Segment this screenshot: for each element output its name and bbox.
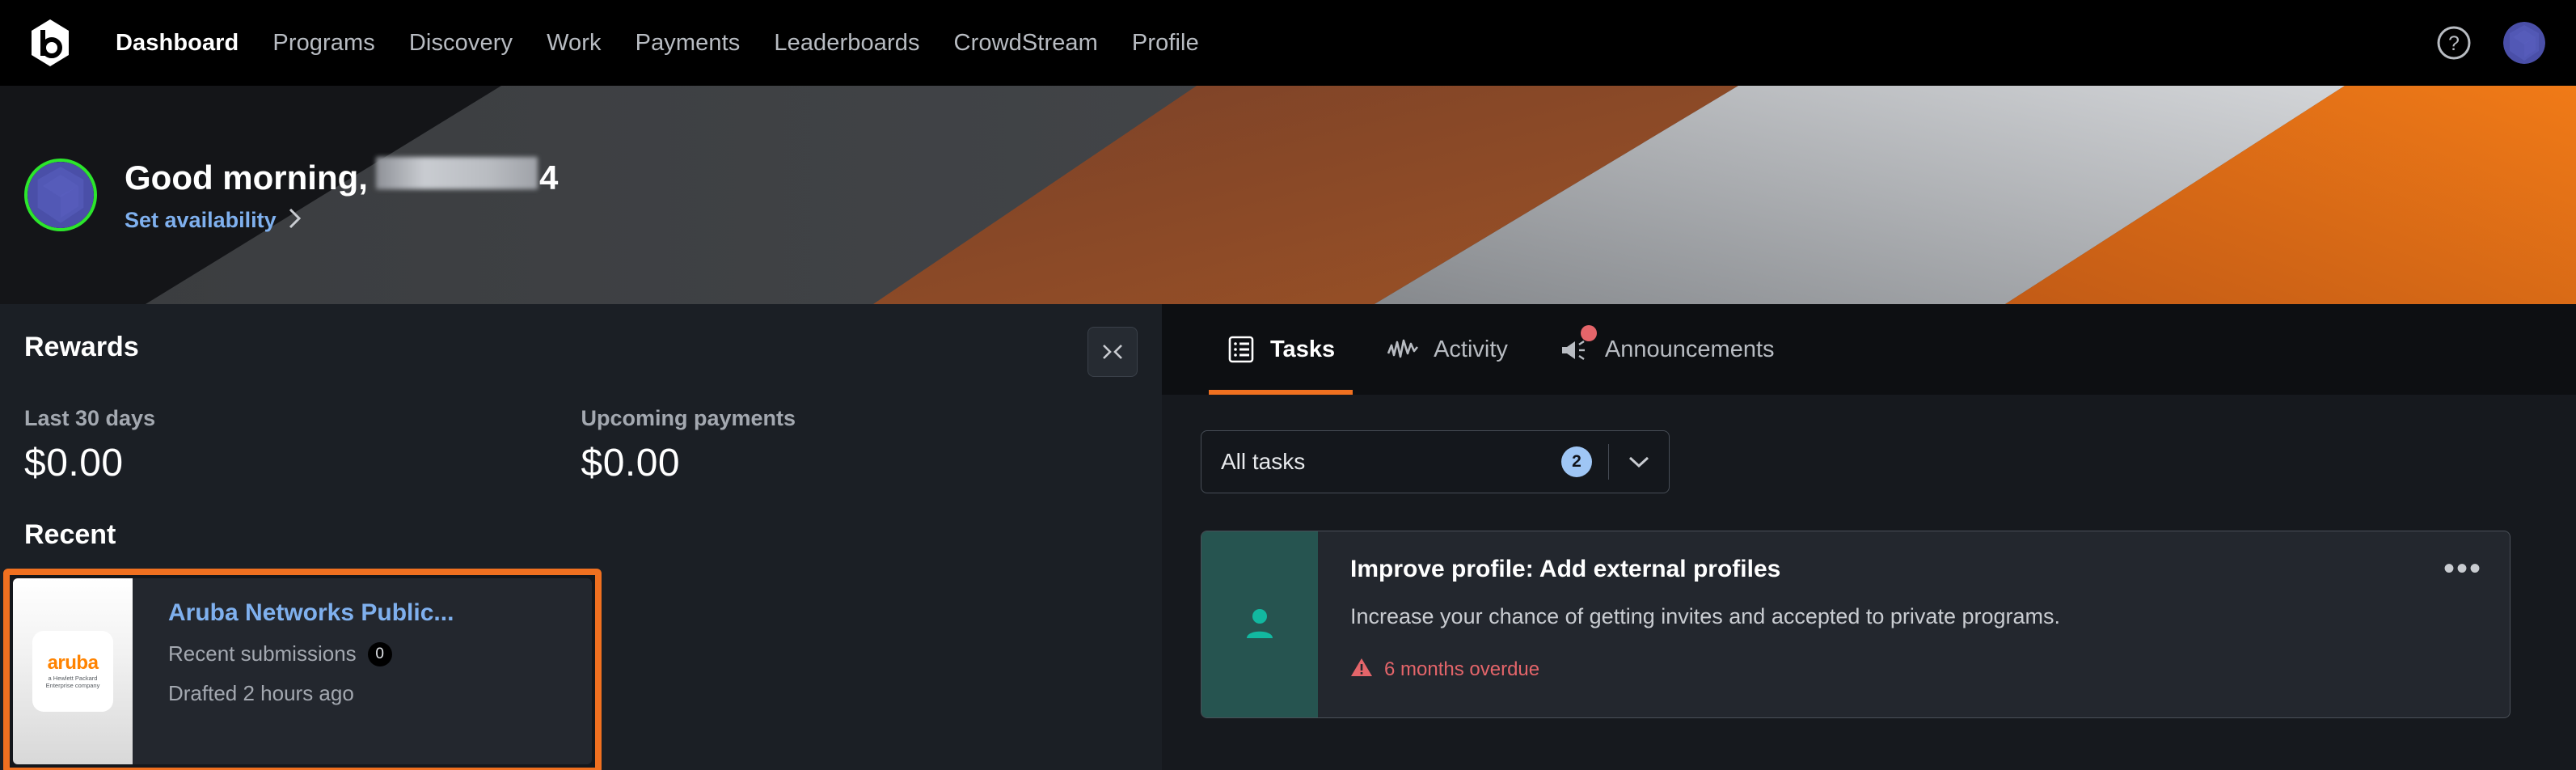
nav-link-programs[interactable]: Programs [255,30,392,57]
person-icon [1244,606,1276,644]
nav-link-leaderboards[interactable]: Leaderboards [757,30,936,57]
recent-card-body: Aruba Networks Public... Recent submissi… [133,578,454,764]
nav-link-profile[interactable]: Profile [1115,30,1216,57]
recent-submissions-row: Recent submissions 0 [168,641,454,666]
aruba-logo-icon: aruba a Hewlett Packard Enterprise compa… [32,631,113,712]
tab-activity[interactable]: Activity [1361,304,1534,395]
chevron-right-icon [288,207,302,234]
primary-nav-links: Dashboard Programs Discovery Work Paymen… [99,30,1216,57]
panel-tabs: Tasks Activity Announcements [1162,304,2576,395]
task-filter-value: All tasks [1221,449,1306,474]
task-description: Increase your chance of getting invites … [1350,604,2061,628]
chevron-down-icon[interactable] [1609,455,1669,469]
program-logo: aruba a Hewlett Packard Enterprise compa… [13,578,133,764]
greeting-text: Good morning, [125,158,368,197]
recent-submissions-label: Recent submissions [168,641,357,666]
task-due-row: 6 months overdue [1350,657,2443,682]
username-suffix: 4 [538,158,559,197]
aruba-wordmark: aruba [47,651,99,674]
main-content: Rewards Last 30 days $0.00 Upcoming paym… [0,304,2576,770]
list-item[interactable]: aruba a Hewlett Packard Enterprise compa… [13,578,592,764]
stat-last-30-days: Last 30 days $0.00 [24,406,581,485]
task-count-badge: 2 [1561,446,1592,477]
rewards-stats: Last 30 days $0.00 Upcoming payments $0.… [24,406,1138,485]
megaphone-icon [1560,325,1597,362]
set-availability-link[interactable]: Set availability [125,207,558,234]
nav-link-discovery[interactable]: Discovery [392,30,530,57]
tab-tasks[interactable]: Tasks [1201,304,1361,395]
redacted-username [375,156,538,189]
aruba-tagline-line1: a Hewlett Packard [48,674,98,682]
help-circle-icon[interactable]: ? [2435,24,2473,61]
tab-label: Tasks [1270,336,1336,362]
stat-label: Upcoming payments [581,406,796,430]
status-badge: 0 [367,641,392,666]
program-name-link[interactable]: Aruba Networks Public... [168,599,454,627]
tasks-panel: Tasks Activity Announcements All tasks 2… [1162,304,2576,770]
rewards-title: Rewards [24,332,139,362]
page-title: Good morning, 4 [125,156,559,197]
task-card[interactable]: Improve profile: Add external profiles I… [1201,531,2511,718]
task-card-main: Improve profile: Add external profiles I… [1318,531,2510,717]
nav-link-work[interactable]: Work [530,30,619,57]
activity-wave-icon [1387,337,1419,362]
rewards-panel-header: Rewards [24,327,1138,377]
bugcrowd-logo-icon[interactable] [24,17,76,69]
task-accent-bar [1201,531,1318,717]
tab-label: Activity [1434,336,1508,362]
task-due-text: 6 months overdue [1384,658,1540,680]
avatar[interactable] [24,159,97,231]
kebab-menu-icon[interactable]: ••• [2443,552,2482,717]
recent-title: Recent [24,519,116,550]
nav-link-payments[interactable]: Payments [619,30,758,57]
stat-upcoming-payments: Upcoming payments $0.00 [581,406,1138,485]
drafted-timestamp: Drafted 2 hours ago [168,681,354,705]
nav-link-dashboard[interactable]: Dashboard [99,30,255,57]
notification-dot [1580,325,1597,341]
tasks-list-icon [1227,335,1256,364]
tab-announcements[interactable]: Announcements [1534,304,1801,395]
tasks-body: All tasks 2 Improve profile: Add externa… [1162,395,2576,718]
tab-label: Announcements [1604,336,1775,362]
task-filter-select[interactable]: All tasks 2 [1201,430,1670,493]
greeting-wrap: Good morning, 4 Set availability [125,156,559,234]
stat-label: Last 30 days [24,406,156,430]
warning-triangle-icon [1350,657,1373,682]
avatar[interactable] [2503,22,2545,64]
task-title: Improve profile: Add external profiles [1350,556,1781,582]
rewards-panel: Rewards Last 30 days $0.00 Upcoming paym… [0,304,1162,770]
aruba-tagline-line2: Enterprise company [45,682,100,689]
stat-value: $0.00 [581,442,681,484]
svg-text:?: ? [2448,32,2460,55]
collapse-panel-icon[interactable] [1087,327,1138,377]
set-availability-label: Set availability [125,207,277,232]
nav-right-cluster: ? [2435,22,2545,64]
aruba-tagline: a Hewlett Packard Enterprise company [46,675,100,690]
task-card-text: Improve profile: Add external profiles I… [1350,556,2443,717]
nav-link-crowdstream[interactable]: CrowdStream [937,30,1115,57]
banner-greeting-block: Good morning, 4 Set availability [24,86,558,304]
profile-banner: Good morning, 4 Set availability [0,86,2576,304]
recent-card-highlight: aruba a Hewlett Packard Enterprise compa… [3,569,602,770]
stat-value: $0.00 [24,442,124,484]
top-navigation-bar: Dashboard Programs Discovery Work Paymen… [0,0,2576,86]
